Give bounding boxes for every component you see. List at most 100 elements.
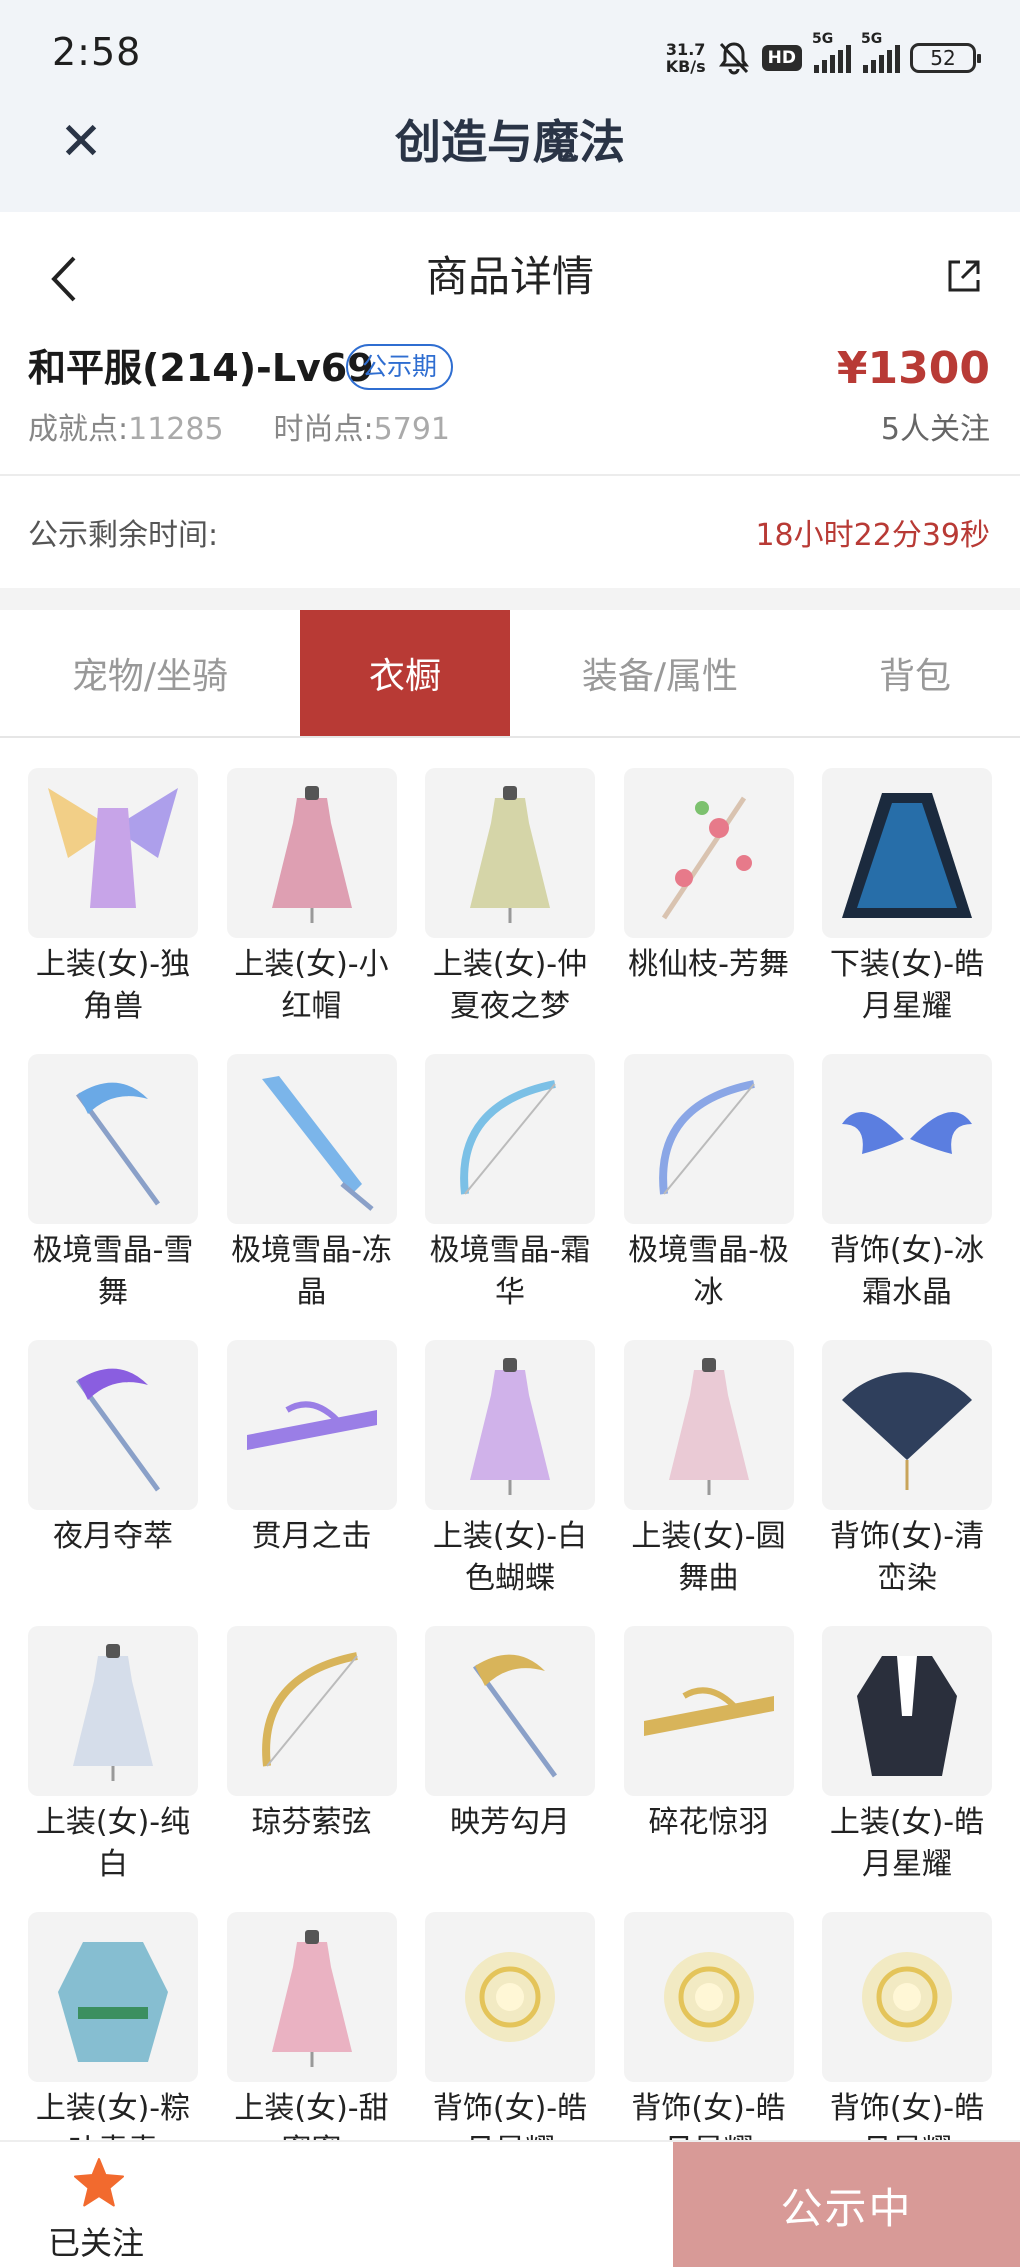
hd-badge: HD [761, 45, 802, 71]
item-name: 背饰(女)-冰霜水晶 [829, 1233, 985, 1310]
app-title: 创造与魔法 [395, 115, 625, 169]
item-name: 极境雪晶-冻晶 [231, 1233, 392, 1310]
public-status-button[interactable]: 公示中 [673, 2142, 1020, 2267]
fashion-label: 时尚点: [273, 412, 374, 447]
tab-equipment-attributes[interactable]: 装备/属性 [510, 610, 810, 736]
remaining-time-value: 18小时22分39秒 [755, 518, 990, 553]
tab-wardrobe[interactable]: 衣橱 [300, 610, 510, 736]
wardrobe-item[interactable]: 桃仙枝-芳舞 [623, 768, 794, 1054]
follow-button[interactable]: 已关注 [0, 2142, 192, 2267]
wardrobe-item[interactable]: 极境雪晶-霜华 [425, 1054, 595, 1340]
achievement-value: 11285 [128, 412, 224, 447]
price: ¥1300 [836, 343, 990, 394]
wardrobe-item[interactable]: 极境雪晶-极冰 [623, 1054, 794, 1340]
wardrobe-item[interactable]: 上装(女)-纯白 [28, 1626, 198, 1912]
item-name: 琼芬萦弦 [251, 1805, 372, 1840]
item-name: 极境雪晶-霜华 [429, 1233, 591, 1310]
halo-icon [663, 1952, 754, 2042]
item-name: 极境雪晶-雪舞 [32, 1233, 194, 1310]
wardrobe-item[interactable]: 碎花惊羽 [623, 1626, 794, 1912]
wardrobe-item[interactable]: 上装(女)-仲夏夜之梦 [425, 768, 595, 1054]
follow-count: 5人关注 [880, 412, 990, 447]
skirt-icon [842, 793, 972, 918]
dress-icon [73, 1644, 153, 1781]
item-thumbnail [623, 1340, 794, 1510]
product-meta: 成就点:11285 时尚点:5791 [28, 410, 450, 450]
status-icons: 31.7 KB/s HD 5G 5G 52 [665, 31, 981, 82]
item-name: 映芳勾月 [450, 1805, 570, 1840]
jacket-icon [857, 1656, 957, 1776]
item-name: 碎花惊羽 [648, 1805, 769, 1840]
network-speed-unit: KB/s [665, 57, 706, 76]
wardrobe-item[interactable]: 上装(女)-皓月星耀 [822, 1626, 992, 1912]
scythe-icon [75, 1368, 161, 1492]
remaining-time-label: 公示剩余时间: [28, 518, 219, 553]
winged-outfit-icon [48, 788, 178, 908]
bow-icon [658, 1080, 755, 1195]
item-thumbnail [425, 1626, 595, 1796]
item-thumbnail [28, 1054, 198, 1224]
tab-backpack[interactable]: 背包 [810, 610, 1020, 736]
armor-icon [58, 1942, 168, 2062]
item-thumbnail [822, 1912, 992, 2082]
wardrobe-item[interactable]: 夜月夺萃 [28, 1340, 198, 1626]
fan-icon [842, 1372, 972, 1490]
halo-icon [465, 1952, 555, 2042]
item-thumbnail [28, 768, 198, 938]
dress-icon [271, 786, 352, 923]
signal-icon: 5G [861, 31, 900, 73]
item-thumbnail [28, 1340, 198, 1510]
app-bar: ✕ 创造与魔法 [0, 112, 1020, 212]
scythe-icon [472, 1654, 558, 1778]
bow-icon [261, 1652, 358, 1767]
achievement-label: 成就点: [28, 412, 129, 447]
halo-icon [862, 1952, 952, 2042]
item-thumbnail [226, 768, 397, 938]
item-thumbnail [226, 1626, 397, 1796]
wardrobe-item[interactable]: 极境雪晶-雪舞 [28, 1054, 198, 1340]
branch-icon [661, 796, 752, 920]
fashion-value: 5791 [373, 412, 451, 447]
wardrobe-item[interactable]: 上装(女)-圆舞曲 [623, 1340, 794, 1626]
wings-icon [842, 1112, 972, 1154]
wardrobe-item[interactable]: 贯月之击 [226, 1340, 397, 1626]
wardrobe-item[interactable]: 上装(女)-小红帽 [226, 768, 397, 1054]
item-thumbnail [28, 1626, 198, 1796]
item-thumbnail [425, 1912, 595, 2082]
item-name: 背饰(女)-清峦染 [829, 1519, 985, 1596]
signal-label: 5G [812, 31, 834, 47]
nav-bar: 商品详情 [0, 212, 1020, 342]
share-icon[interactable] [944, 256, 984, 296]
wardrobe-item[interactable]: 映芳勾月 [425, 1626, 595, 1912]
item-name: 上装(女)-圆舞曲 [631, 1519, 786, 1596]
bell-muted-icon [718, 42, 749, 75]
status-time: 2:58 [52, 30, 142, 74]
item-thumbnail [623, 1626, 794, 1796]
remaining-time-row: 公示剩余时间: 18小时22分39秒 [0, 478, 1020, 588]
wardrobe-item[interactable]: 极境雪晶-冻晶 [226, 1054, 397, 1340]
wardrobe-item[interactable]: 下装(女)-皓月星耀 [822, 768, 992, 1054]
tab-pets-mounts[interactable]: 宠物/坐骑 [0, 610, 300, 736]
battery-level: 52 [930, 46, 956, 70]
signal-icon: 5G [812, 31, 851, 73]
scythe-icon [75, 1082, 161, 1206]
wardrobe-item[interactable]: 背饰(女)-冰霜水晶 [822, 1054, 992, 1340]
item-thumbnail [623, 1912, 794, 2082]
item-name: 桃仙枝-芳舞 [628, 947, 789, 982]
dress-icon [470, 786, 550, 923]
sword-icon [261, 1076, 374, 1211]
wardrobe-item[interactable]: 琼芬萦弦 [226, 1626, 397, 1912]
item-thumbnail [822, 768, 992, 938]
product-info: 和平服(214)-Lv69 公示期 成就点:11285 时尚点:5791 ¥130… [0, 330, 1020, 476]
dress-icon [271, 1930, 352, 2067]
star-icon [74, 2158, 124, 2207]
item-name: 上装(女)-仲夏夜之梦 [432, 947, 588, 1024]
status-badge: 公示期 [346, 344, 454, 390]
item-thumbnail [425, 1054, 595, 1224]
wardrobe-item[interactable]: 上装(女)-白色蝴蝶 [425, 1340, 595, 1626]
wardrobe-item[interactable]: 上装(女)-独角兽 [28, 768, 198, 1054]
wardrobe-item[interactable]: 背饰(女)-清峦染 [822, 1340, 992, 1626]
item-thumbnail [425, 768, 595, 938]
item-name: 夜月夺萃 [53, 1519, 173, 1554]
item-thumbnail [226, 1054, 397, 1224]
